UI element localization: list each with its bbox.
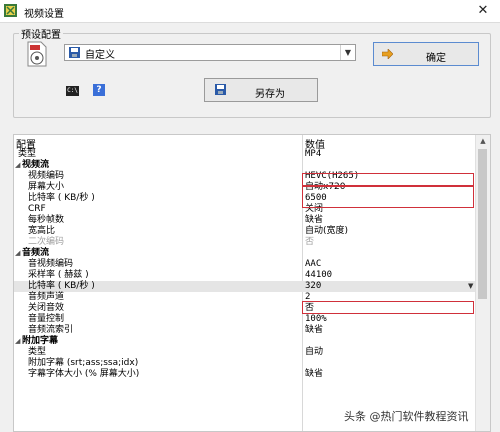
close-icon[interactable]: ✕ bbox=[466, 0, 500, 22]
grid-row[interactable]: 音视频编码 AAC bbox=[14, 259, 476, 270]
mp4-file-icon bbox=[27, 41, 47, 67]
grid-row[interactable]: 类型 自动 bbox=[14, 347, 476, 358]
grid-row[interactable]: 采样率 ( 赫兹 ) 44100 bbox=[14, 270, 476, 281]
row-key: 宽高比 bbox=[28, 226, 56, 236]
collapse-icon[interactable]: ◢ bbox=[15, 160, 20, 171]
row-key: 采样率 ( 赫兹 ) bbox=[28, 270, 89, 280]
row-key: 屏幕大小 bbox=[28, 182, 65, 192]
category-audio-stream[interactable]: ◢ 音频流 bbox=[14, 248, 476, 259]
scroll-up-icon[interactable]: ▲ bbox=[476, 137, 490, 145]
row-key: 比特率 ( KB/秒 ) bbox=[28, 193, 95, 203]
row-value: MP4 bbox=[305, 149, 322, 159]
row-key: 二次编码 bbox=[28, 237, 65, 247]
scrollbar-thumb[interactable] bbox=[478, 149, 487, 299]
grid-row[interactable]: 音频流索引 缺省 bbox=[14, 325, 476, 336]
row-value: AAC bbox=[305, 259, 322, 269]
row-value: 缺省 bbox=[305, 215, 324, 225]
row-key: CRF bbox=[28, 204, 46, 214]
collapse-icon[interactable]: ◢ bbox=[15, 336, 20, 347]
category-label: 音频流 bbox=[22, 248, 50, 258]
save-icon bbox=[215, 84, 226, 95]
row-key: 音频声道 bbox=[28, 292, 65, 302]
row-value: 缺省 bbox=[305, 369, 324, 379]
category-label: 附加字幕 bbox=[22, 336, 59, 346]
collapse-icon[interactable]: ◢ bbox=[15, 248, 20, 259]
grid-row[interactable]: 音量控制 100% bbox=[14, 314, 476, 325]
row-key: 比特率 ( KB/秒 ) bbox=[28, 281, 95, 291]
ok-button-label: 确定 bbox=[426, 53, 446, 64]
help-icon[interactable]: ? bbox=[93, 84, 105, 96]
save-as-button[interactable]: 另存为 bbox=[204, 78, 318, 102]
row-value: 44100 bbox=[305, 270, 333, 280]
property-grid[interactable]: 配置 数值 类型 MP4 ◢ 视频流 视频编码 HEVC(H265) 屏幕大小 … bbox=[13, 134, 491, 432]
window-title: 视频设置 bbox=[24, 9, 64, 20]
row-value: 缺省 bbox=[305, 325, 324, 335]
app-icon bbox=[4, 4, 17, 17]
row-key: 音量控制 bbox=[28, 314, 65, 324]
preset-select[interactable]: 自定义 ▼ bbox=[64, 44, 356, 61]
row-key: 字幕字体大小 (% 屏幕大小) bbox=[28, 369, 140, 379]
chevron-down-icon[interactable]: ▼ bbox=[340, 45, 355, 60]
row-value: 否 bbox=[305, 237, 315, 247]
row-key: 关闭音效 bbox=[28, 303, 65, 313]
grid-header: 配置 数值 bbox=[14, 135, 476, 151]
row-value: 自动(宽度) bbox=[305, 226, 349, 236]
grid-row: 二次编码 否 bbox=[14, 237, 476, 248]
highlight-audio-bitrate bbox=[302, 301, 474, 314]
ok-button[interactable]: 确定 bbox=[373, 42, 479, 66]
preset-group-label: 预设配置 bbox=[19, 26, 63, 41]
grid-row-selected[interactable]: 比特率 ( KB/秒 ) 320 ▼ bbox=[14, 281, 476, 292]
row-key: 音频流索引 bbox=[28, 325, 74, 335]
row-value: 100% bbox=[305, 314, 327, 324]
disk-icon bbox=[69, 47, 80, 58]
row-value[interactable]: 320 bbox=[305, 281, 321, 292]
title-bar: 视频设置 ✕ bbox=[0, 0, 500, 23]
grid-row[interactable]: 宽高比 自动(宽度) bbox=[14, 226, 476, 237]
grid-row[interactable]: 附加字幕 (srt;ass;ssa;idx) bbox=[14, 358, 476, 369]
row-key: 类型 bbox=[18, 149, 37, 159]
category-video-stream[interactable]: ◢ 视频流 bbox=[14, 160, 476, 171]
arrow-right-icon bbox=[382, 49, 393, 59]
category-subtitles[interactable]: ◢ 附加字幕 bbox=[14, 336, 476, 347]
row-key: 音视频编码 bbox=[28, 259, 74, 269]
row-value: 自动 bbox=[305, 347, 324, 357]
grid-row[interactable]: 字幕字体大小 (% 屏幕大小) 缺省 bbox=[14, 369, 476, 380]
watermark: 头条 @热门软件教程资讯 bbox=[344, 410, 469, 423]
preset-select-value: 自定义 bbox=[85, 50, 115, 61]
highlight-size-bitrate bbox=[302, 185, 474, 208]
row-key: 视频编码 bbox=[28, 171, 65, 181]
vertical-scrollbar[interactable]: ▲ bbox=[475, 135, 490, 431]
row-key: 每秒帧数 bbox=[28, 215, 65, 225]
row-key: 附加字幕 (srt;ass;ssa;idx) bbox=[28, 358, 139, 368]
grid-row[interactable]: 类型 MP4 bbox=[14, 149, 476, 160]
command-prompt-icon[interactable]: C:\ bbox=[66, 86, 79, 96]
grid-row[interactable]: 每秒帧数 缺省 bbox=[14, 215, 476, 226]
row-key: 类型 bbox=[28, 347, 47, 357]
save-as-button-label: 另存为 bbox=[255, 89, 285, 100]
category-label: 视频流 bbox=[22, 160, 50, 170]
